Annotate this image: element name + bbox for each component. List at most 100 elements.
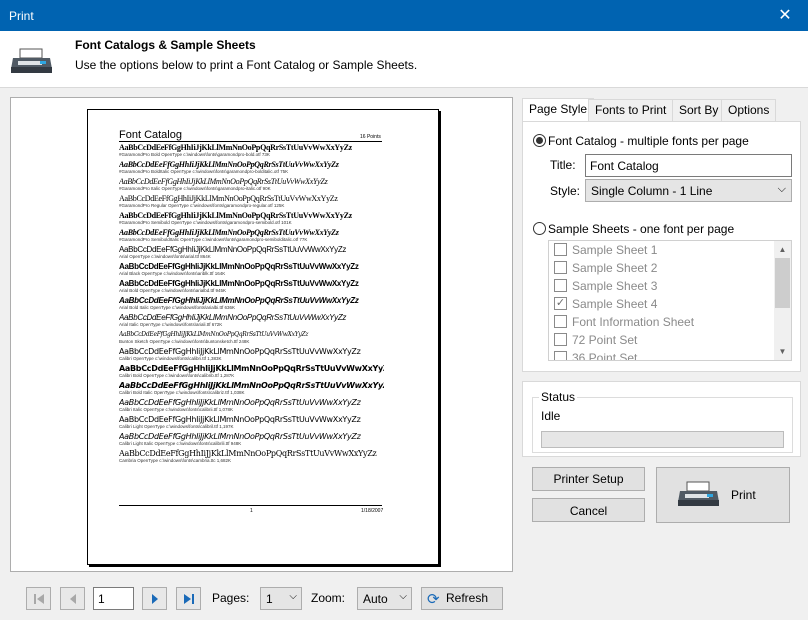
sheet-item-label: Sample Sheet 4: [572, 297, 658, 311]
dialog-header: Font Catalogs & Sample Sheets Use the op…: [0, 31, 808, 88]
font-catalog-option[interactable]: Font Catalog - multiple fonts per page: [548, 134, 749, 148]
sample-sheets-option[interactable]: Sample Sheets - one font per page: [548, 222, 734, 236]
font-catalog-radio[interactable]: [533, 134, 546, 147]
checkbox[interactable]: [554, 333, 567, 346]
title-rule: [119, 141, 382, 142]
scroll-up-icon[interactable]: ▲: [774, 241, 791, 258]
scroll-down-icon[interactable]: ▼: [774, 343, 791, 360]
header-subtitle: Use the options below to print a Font Ca…: [75, 58, 418, 72]
tab-page-style[interactable]: Page Style: [522, 98, 595, 121]
sheet-item[interactable]: Sample Sheet 2: [549, 259, 775, 277]
font-entries: AaBbCcDdEeFfGgHhIiJjKkLlMmNnOoPpQqRrSsTt…: [119, 143, 384, 466]
font-entry: AaBbCcDdEeFfGgHhIiJjKkLlMmNnOoPpQqRrSsTt…: [119, 296, 384, 313]
cancel-button[interactable]: Cancel: [532, 498, 645, 522]
font-meta: Calibri Bold Italic OpenType c:\windows\…: [119, 390, 245, 395]
style-select[interactable]: Single Column - 1 Line ⌵: [585, 179, 792, 202]
font-sample: AaBbCcDdEeFfGgHhIiJjKkLlMmNnOoPpQqRrSsTt…: [119, 296, 359, 305]
style-value: Single Column - 1 Line: [591, 184, 713, 198]
sheet-item[interactable]: Sample Sheet 3: [549, 277, 775, 295]
checkbox[interactable]: [554, 243, 567, 256]
checkbox[interactable]: [554, 315, 567, 328]
next-page-button[interactable]: [142, 587, 167, 610]
font-entry: AaBbCcDdEeFfGgHhIiJjKkLlMmNnOoPpQqRrSsTt…: [119, 160, 384, 177]
chevron-down-icon: ⌵: [289, 591, 297, 602]
zoom-value: Auto: [363, 592, 388, 606]
refresh-button[interactable]: ⟳ Refresh: [421, 587, 503, 610]
zoom-label: Zoom:: [311, 591, 346, 605]
page-number-input[interactable]: [93, 587, 134, 610]
font-entry: AaBbCcDdEeFfGgHhIiJjKkLlMmNnOoPpQqRrSsTt…: [119, 143, 384, 160]
printer-setup-button[interactable]: Printer Setup: [532, 467, 645, 491]
font-sample: AaBbCcDdEeFfGgHhIiJjKkLlMmNnOoPpQqRrSsTt…: [119, 364, 384, 373]
font-meta: Calibri Light Italic OpenType c:\windows…: [119, 441, 242, 446]
chevron-down-icon: ⌵: [777, 183, 786, 195]
font-entry: AaBbCcDdEeFfGgHhIiJjKkLlMmNnOoPpQqRrSsTt…: [119, 364, 384, 381]
title-label: Title:: [550, 158, 576, 172]
window-title: Print: [9, 9, 34, 23]
font-meta: Calibri Bold OpenType c:\windows\fonts\c…: [119, 373, 235, 378]
print-button[interactable]: Print: [656, 467, 790, 523]
font-sample: AaBbCcDdEeFfGgHhIiJjKkLlMmNnOoPpQqRrSsTt…: [119, 313, 347, 322]
sheet-item-label: Sample Sheet 1: [572, 243, 658, 257]
font-meta: Calibri Italic OpenType c:\windows\fonts…: [119, 407, 234, 412]
font-entry: AaBbCcDdEeFfGgHhIiJjKkLlMmNnOoPpQqRrSsTt…: [119, 194, 384, 211]
last-page-button[interactable]: [176, 587, 201, 610]
catalog-points: 16 Points: [360, 134, 381, 140]
previous-page-button[interactable]: [60, 587, 85, 610]
font-meta: #GaramondPro Bold OpenType c:\windows\fo…: [119, 152, 270, 157]
action-panel: Printer Setup Cancel Print: [522, 457, 801, 532]
refresh-icon: ⟳: [427, 591, 440, 608]
first-page-button[interactable]: [26, 587, 51, 610]
checkbox-checked[interactable]: ✓: [554, 297, 567, 310]
font-entry: AaBbCcDdEeFfGgHhIiJjKkLlMmNnOoPpQqRrSsTt…: [119, 432, 384, 449]
footer-date: 1/18/2007: [361, 508, 384, 514]
printer-icon: [678, 481, 719, 506]
tab-fonts-to-print[interactable]: Fonts to Print: [588, 99, 674, 121]
font-meta: Arial Bold Italic OpenType c:\windows\fo…: [119, 305, 236, 310]
font-meta: #GaramondPro Regular OpenType c:\windows…: [119, 203, 285, 208]
sheet-list-scrollbar[interactable]: ▲ ▼: [774, 241, 791, 360]
font-meta: #GaramondPro SemiboldItalic OpenType c:\…: [119, 237, 308, 242]
pages-select[interactable]: 1 ⌵: [260, 587, 302, 610]
close-icon[interactable]: ✕: [762, 0, 808, 31]
status-label: Status: [539, 390, 578, 404]
font-meta: #GaramondPro Italic OpenType c:\windows\…: [119, 186, 271, 191]
footer-page-number: 1: [250, 508, 253, 514]
sheet-item[interactable]: 36 Point Set: [549, 349, 775, 361]
font-entry: AaBbCcDdEeFfGgHhIiJjKkLlMmNnOoPpQqRrSsTt…: [119, 330, 384, 347]
next-page-icon: [151, 593, 158, 604]
font-meta: Bunton Sketch OpenType c:\windows\fonts\…: [119, 339, 250, 344]
zoom-select[interactable]: Auto ⌵: [357, 587, 412, 610]
sample-sheets-radio[interactable]: [533, 222, 546, 235]
font-entry: AaBbCcDdEeFfGgHhIiJjKkLlMmNnOoPpQqRrSsTt…: [119, 245, 384, 262]
font-entry: AaBbCcDdEeFfGgHhIiJjKkLlMmNnOoPpQqRrSsTt…: [119, 381, 384, 398]
title-bar: Print ✕: [0, 0, 808, 31]
checkbox[interactable]: [554, 351, 567, 360]
status-panel: Status Idle: [522, 381, 801, 457]
font-sample: AaBbCcDdEeFfGgHhIiJjKkLlMmNnOoPpQqRrSsTt…: [119, 228, 339, 237]
font-meta: Cambria OpenType c:\windows\fonts\cambri…: [119, 458, 232, 463]
font-meta: Arial Italic OpenType c:\windows\fonts\a…: [119, 322, 223, 327]
sheet-item-label: Font Information Sheet: [572, 315, 695, 329]
chevron-down-icon: ⌵: [399, 591, 407, 602]
status-text: Idle: [541, 409, 561, 423]
font-entry: AaBbCcDdEeFfGgHhIiJjKkLlMmNnOoPpQqRrSsTt…: [119, 347, 384, 364]
sheet-item[interactable]: Font Information Sheet: [549, 313, 775, 331]
title-input[interactable]: [585, 154, 792, 177]
checkbox[interactable]: [554, 261, 567, 274]
sample-sheet-list[interactable]: Sample Sheet 1 Sample Sheet 2 Sample Sheet…: [548, 240, 792, 361]
sheet-item[interactable]: 72 Point Set: [549, 331, 775, 349]
first-page-icon: [33, 593, 44, 604]
font-meta: Arial Bold OpenType c:\windows\fonts\ari…: [119, 288, 227, 293]
refresh-label: Refresh: [446, 591, 489, 605]
scroll-thumb[interactable]: [775, 258, 790, 308]
sheet-item-label: 36 Point Set: [572, 351, 638, 361]
sheet-item[interactable]: Sample Sheet 1: [549, 241, 775, 259]
print-preview[interactable]: Font Catalog 16 Points AaBbCcDdEeFfGgHhI…: [10, 97, 513, 572]
tab-sort-by[interactable]: Sort By: [672, 99, 726, 121]
font-sample: AaBbCcDdEeFfGgHhIiJjKkLlMmNnOoPpQqRrSsTt…: [119, 279, 359, 288]
sheet-item[interactable]: ✓ Sample Sheet 4: [549, 295, 775, 313]
font-entry: AaBbCcDdEeFfGgHhIiJjKkLlMmNnOoPpQqRrSsTt…: [119, 262, 384, 279]
tab-options[interactable]: Options: [721, 99, 777, 121]
checkbox[interactable]: [554, 279, 567, 292]
